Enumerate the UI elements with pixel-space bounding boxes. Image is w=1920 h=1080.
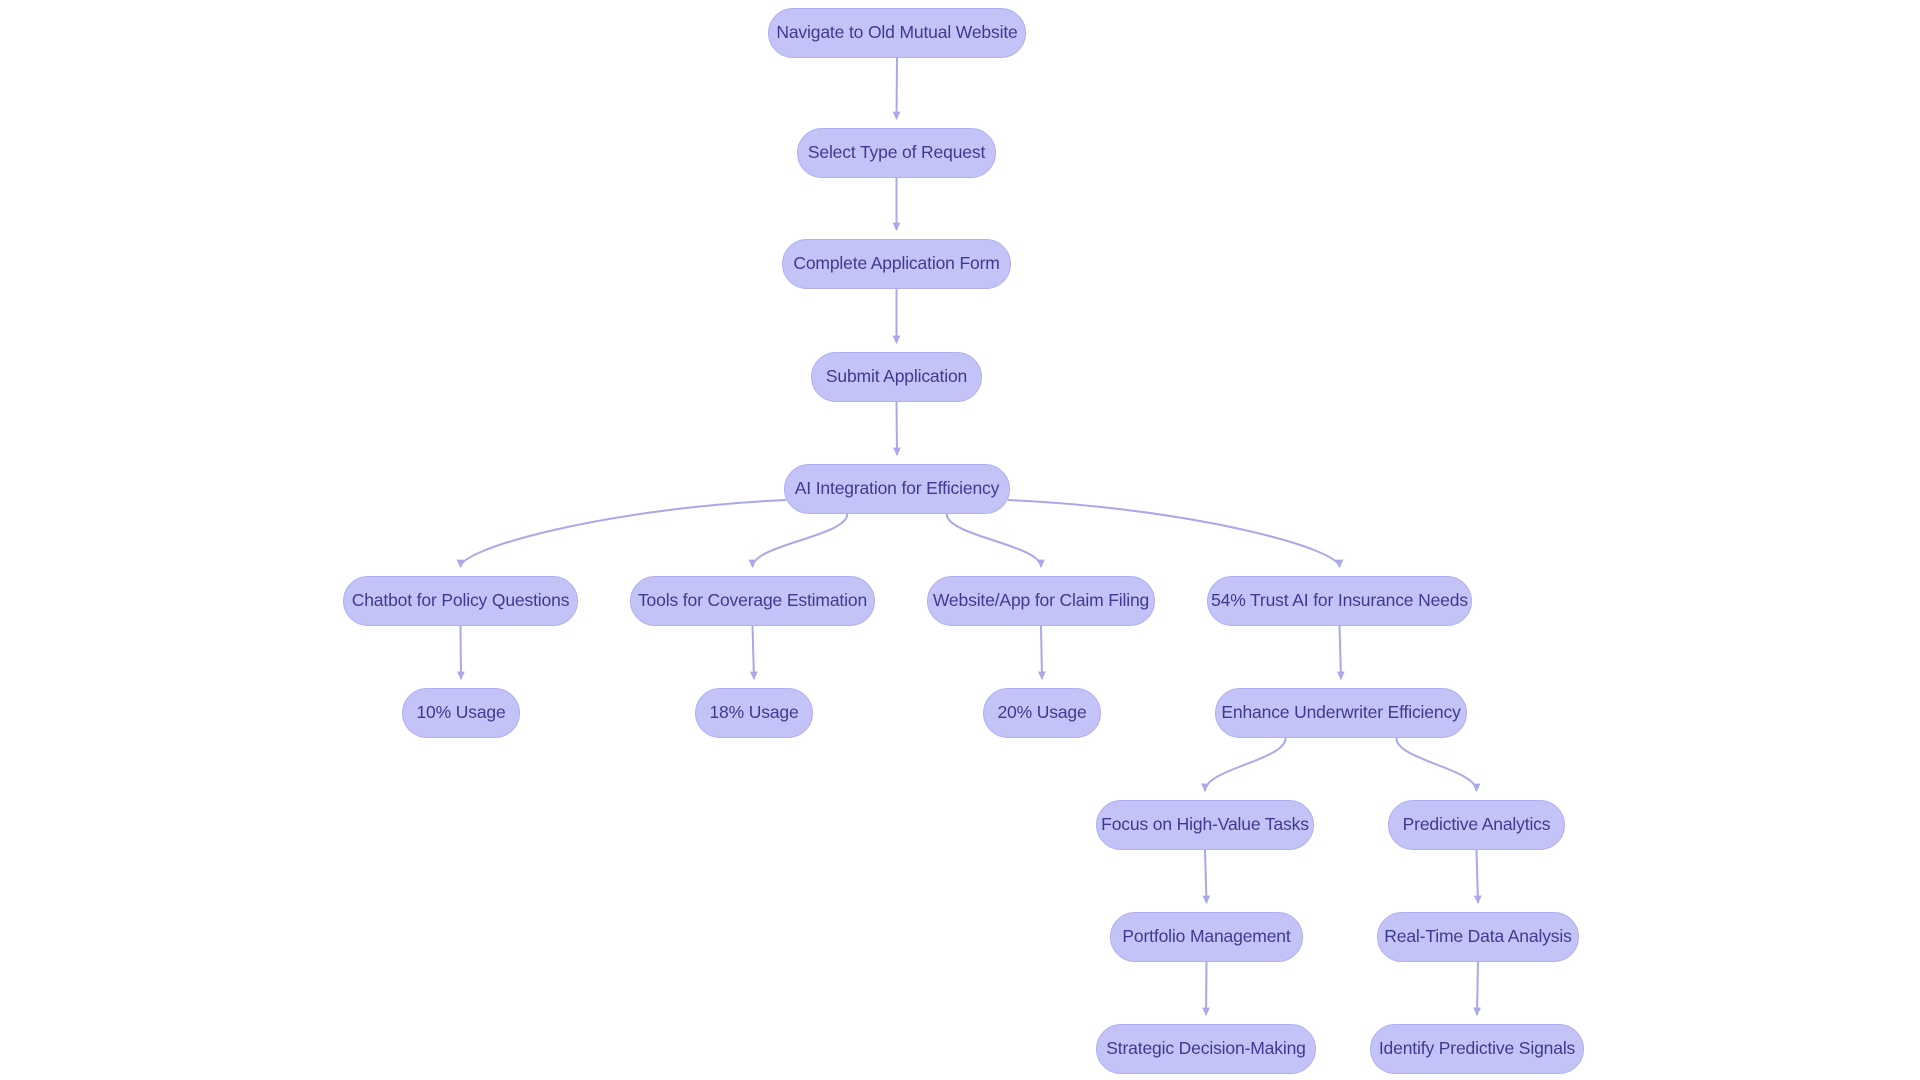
- flow-node-n3[interactable]: Complete Application Form: [782, 239, 1011, 289]
- flow-edge-n14-to-n16: [1202, 849, 1211, 904]
- flow-edge-n13-to-n14: [1201, 737, 1287, 792]
- flow-node-n11[interactable]: 18% Usage: [695, 688, 813, 738]
- flow-node-n1[interactable]: Navigate to Old Mutual Website: [768, 8, 1026, 58]
- flow-node-n5[interactable]: AI Integration for Efficiency: [784, 464, 1010, 514]
- flow-node-label: 54% Trust AI for Insurance Needs: [1211, 590, 1468, 611]
- flow-edge-n5-to-n9: [1007, 499, 1344, 568]
- flow-edge-n16-to-n18: [1202, 961, 1210, 1016]
- flow-edge-n1-to-n2: [892, 57, 901, 120]
- flow-edge-n5-to-n8: [945, 513, 1045, 568]
- flow-edge-n13-to-n15: [1395, 737, 1481, 792]
- flow-node-n19[interactable]: Identify Predictive Signals: [1370, 1024, 1584, 1074]
- flow-node-n16[interactable]: Portfolio Management: [1110, 912, 1303, 962]
- flow-edge-n15-to-n17: [1473, 849, 1482, 904]
- flow-edge-n6-to-n10: [457, 625, 465, 680]
- flow-node-label: 18% Usage: [709, 702, 799, 723]
- flow-node-n10[interactable]: 10% Usage: [402, 688, 520, 738]
- flow-node-label: Identify Predictive Signals: [1378, 1038, 1576, 1059]
- flow-node-n6[interactable]: Chatbot for Policy Questions: [343, 576, 578, 626]
- flow-edge-n5-to-n7: [748, 513, 849, 568]
- flow-node-label: Chatbot for Policy Questions: [351, 590, 570, 611]
- flow-edge-n5-to-n6: [456, 499, 787, 568]
- flow-node-label: Select Type of Request: [807, 142, 986, 163]
- flow-node-label: Predictive Analytics: [1402, 814, 1551, 835]
- flow-node-n9[interactable]: 54% Trust AI for Insurance Needs: [1207, 576, 1472, 626]
- flow-node-n15[interactable]: Predictive Analytics: [1388, 800, 1565, 850]
- flow-node-label: 10% Usage: [416, 702, 506, 723]
- flow-node-label: Submit Application: [825, 366, 968, 387]
- flow-node-label: Website/App for Claim Filing: [932, 590, 1150, 611]
- flow-node-label: Strategic Decision-Making: [1106, 1038, 1306, 1059]
- flow-node-n4[interactable]: Submit Application: [811, 352, 982, 402]
- flow-edge-n9-to-n13: [1336, 625, 1345, 680]
- flow-node-label: Focus on High-Value Tasks: [1101, 814, 1309, 835]
- flow-node-label: Enhance Underwriter Efficiency: [1221, 702, 1461, 723]
- flow-node-label: AI Integration for Efficiency: [794, 478, 1000, 499]
- flow-node-n18[interactable]: Strategic Decision-Making: [1096, 1024, 1316, 1074]
- flow-node-n17[interactable]: Real-Time Data Analysis: [1377, 912, 1579, 962]
- flow-node-n7[interactable]: Tools for Coverage Estimation: [630, 576, 875, 626]
- flowchart-canvas: Navigate to Old Mutual Website Select Typ…: [0, 0, 1920, 1080]
- flow-node-label: Tools for Coverage Estimation: [637, 590, 868, 611]
- flow-edge-n7-to-n11: [749, 625, 758, 680]
- flow-node-label: Portfolio Management: [1122, 926, 1291, 947]
- flow-node-label: Navigate to Old Mutual Website: [776, 22, 1018, 43]
- flow-node-n13[interactable]: Enhance Underwriter Efficiency: [1215, 688, 1467, 738]
- flow-node-label: Complete Application Form: [793, 253, 1000, 274]
- flow-node-label: Real-Time Data Analysis: [1384, 926, 1572, 947]
- flow-node-n12[interactable]: 20% Usage: [983, 688, 1101, 738]
- flow-edge-n17-to-n19: [1473, 961, 1482, 1016]
- flow-edge-n4-to-n5: [893, 401, 901, 456]
- flow-edge-n8-to-n12: [1037, 625, 1046, 680]
- flow-node-n14[interactable]: Focus on High-Value Tasks: [1096, 800, 1314, 850]
- flow-node-label: 20% Usage: [997, 702, 1087, 723]
- flow-node-n2[interactable]: Select Type of Request: [797, 128, 996, 178]
- flow-node-n8[interactable]: Website/App for Claim Filing: [927, 576, 1155, 626]
